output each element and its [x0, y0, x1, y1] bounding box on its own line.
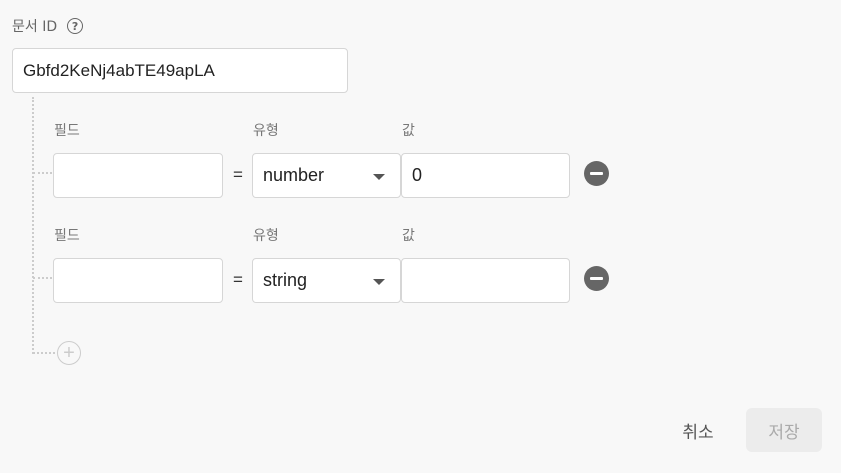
equals-sign: =: [233, 165, 243, 184]
tree-branch: [33, 277, 52, 279]
field-value-input[interactable]: 0: [401, 153, 570, 198]
document-id-label-text: 문서 ID: [12, 19, 58, 35]
field-name-label: 필드: [54, 228, 80, 244]
field-name-input[interactable]: [53, 258, 223, 303]
remove-field-button[interactable]: [584, 161, 609, 186]
cancel-button[interactable]: 취소: [668, 408, 728, 452]
field-type-label: 유형: [253, 228, 279, 244]
minus-circle-icon: [590, 277, 603, 280]
tree-connector: [32, 97, 34, 354]
add-field-button[interactable]: +: [57, 341, 81, 365]
chevron-down-icon: [373, 174, 385, 180]
help-icon[interactable]: ?: [67, 18, 84, 34]
field-name-label: 필드: [54, 123, 80, 139]
equals-sign: =: [233, 270, 243, 289]
field-value-label: 값: [402, 123, 415, 139]
save-button[interactable]: 저장: [746, 408, 822, 452]
tree-branch: [33, 172, 52, 174]
field-type-select[interactable]: number: [252, 153, 401, 198]
field-name-input[interactable]: [53, 153, 223, 198]
minus-circle-icon: [590, 172, 603, 175]
field-value-input[interactable]: [401, 258, 570, 303]
chevron-down-icon: [373, 279, 385, 285]
document-id-input[interactable]: Gbfd2KeNj4abTE49apLA: [12, 48, 348, 93]
field-value-label: 값: [402, 228, 415, 244]
remove-field-button[interactable]: [584, 266, 609, 291]
field-type-value: number: [263, 165, 325, 185]
add-document-form: 문서 ID ? Gbfd2KeNj4abTE49apLA 필드 유형 값 = n…: [0, 0, 841, 473]
document-id-label: 문서 ID ?: [12, 16, 84, 36]
tree-branch: [33, 352, 55, 354]
field-type-label: 유형: [253, 123, 279, 139]
field-type-select[interactable]: string: [252, 258, 401, 303]
field-type-value: string: [263, 270, 308, 290]
plus-circle-icon: +: [63, 342, 75, 364]
